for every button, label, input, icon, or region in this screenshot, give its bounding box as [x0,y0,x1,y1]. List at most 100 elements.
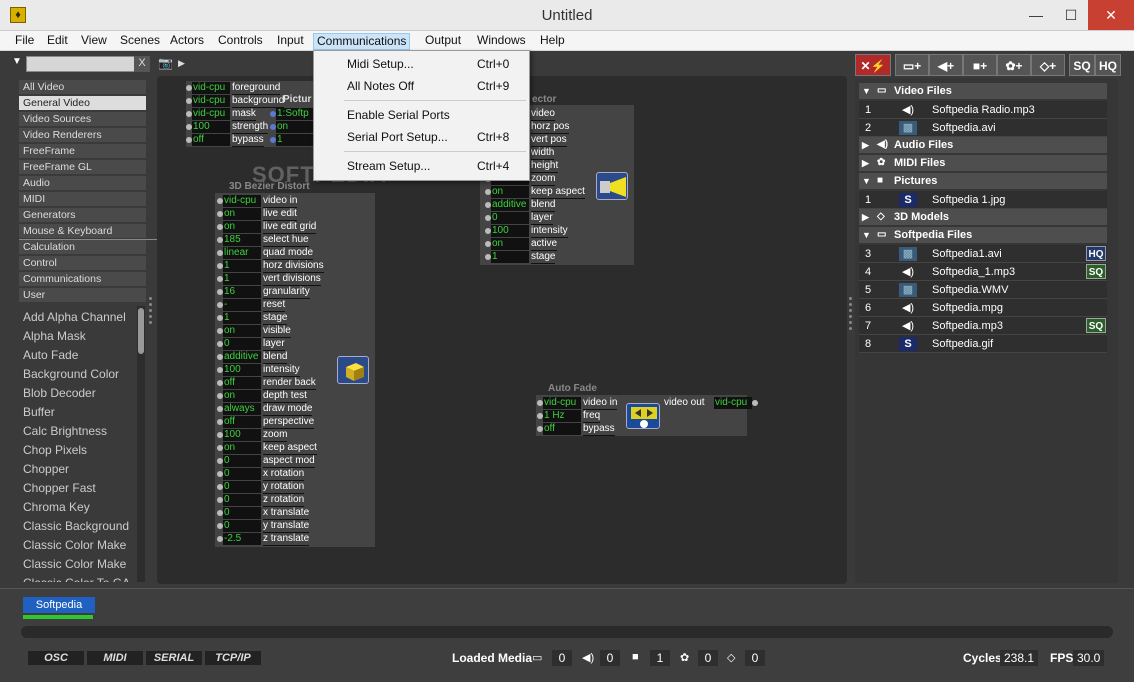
property-value[interactable]: 100 [491,225,529,237]
scene-tab[interactable]: Softpedia [23,597,95,613]
media-file-row[interactable]: 5 ▩ Softpedia.WMV [859,281,1107,299]
property-value[interactable]: 100 [223,364,261,376]
media-file-row[interactable]: 4 ◀) Softpedia_1.mp3 SQ [859,263,1107,281]
property-value[interactable]: on [491,238,529,250]
media-section-midi[interactable]: ▶ ✿ MIDI Files [859,155,1107,171]
media-section-pictures[interactable]: ▼ ■ Pictures [859,173,1107,189]
actor-item[interactable]: Classic Color Make [23,536,139,555]
actor-item[interactable]: Background Color [23,365,139,384]
midi-setup-item[interactable]: Midi Setup... Ctrl+0 [314,54,529,74]
media-section-softpedia[interactable]: ▼ ▭ Softpedia Files [859,227,1107,243]
add-video-button[interactable]: ▭+ [895,54,929,76]
media-file-row[interactable]: 7 ◀) Softpedia.mp3 SQ [859,317,1107,335]
expand-down-icon[interactable]: ▼ [862,227,871,243]
property-value[interactable]: 0 [223,494,261,506]
property-value[interactable]: on [223,221,261,233]
category-communications[interactable]: Communications [19,272,146,286]
media-file-row[interactable]: 1 ◀) Softpedia Radio.mp3 [859,101,1107,119]
property-value[interactable]: 100 [223,429,261,441]
menu-view[interactable]: View [78,33,110,50]
property-value[interactable]: vid-cpu [543,397,581,409]
category-mouse-keyboard[interactable]: Mouse & Keyboard [19,224,146,238]
media-file-row[interactable]: 6 ◀) Softpedia.mpg [859,299,1107,317]
actor-item[interactable]: Classic Color Make [23,555,139,574]
property-value[interactable]: 1 [223,273,261,285]
property-value[interactable]: always [223,403,261,415]
category-video-sources[interactable]: Video Sources [19,112,146,126]
property-value[interactable]: additive [491,199,529,211]
actor-item[interactable]: Add Alpha Channel [23,308,139,327]
serial-port-setup-item[interactable]: Serial Port Setup... Ctrl+8 [314,127,529,147]
menu-input[interactable]: Input [274,33,307,50]
property-value[interactable]: -2.5 [223,533,261,545]
collapse-right-icon[interactable]: ▶ [862,137,869,153]
property-value[interactable]: 0 [223,481,261,493]
expand-down-icon[interactable]: ▼ [862,83,871,99]
serial-button[interactable]: SERIAL [146,651,202,665]
property-value[interactable]: off [223,377,261,389]
menu-edit[interactable]: Edit [44,33,71,50]
actor-list-scrollbar[interactable] [137,306,145,582]
actor-item[interactable]: Calc Brightness [23,422,139,441]
enable-serial-ports-item[interactable]: Enable Serial Ports [314,105,529,125]
tcpip-button[interactable]: TCP/IP [205,651,261,665]
property-value[interactable]: 100 [192,121,230,133]
media-file-row[interactable]: 1 S Softpedia 1.jpg [859,191,1107,209]
osc-button[interactable]: OSC [28,651,84,665]
property-value[interactable]: off [192,134,230,146]
property-value[interactable]: on [491,186,529,198]
category-audio[interactable]: Audio [19,176,146,190]
actor-item[interactable]: Chopper [23,460,139,479]
maximize-button[interactable]: ☐ [1054,0,1088,30]
hq-button[interactable]: HQ [1095,54,1121,76]
category-user[interactable]: User [19,288,146,302]
media-file-row[interactable]: 8 S Softpedia.gif [859,335,1107,353]
property-value[interactable]: off [223,416,261,428]
actor-item[interactable]: Buffer [23,403,139,422]
scene-scrollbar[interactable] [21,626,1113,638]
media-section-video[interactable]: ▼ ▭ Video Files [859,83,1107,99]
category-calculation[interactable]: Calculation [19,240,146,254]
scrollbar-thumb[interactable] [138,308,144,354]
category-general-video[interactable]: General Video [19,96,146,110]
media-file-row[interactable]: 2 ▩ Softpedia.avi [859,119,1107,137]
property-value[interactable]: 0 [223,520,261,532]
property-value[interactable]: off [543,423,581,435]
menu-actors[interactable]: Actors [167,33,207,50]
property-value[interactable]: on [223,208,261,220]
category-midi[interactable]: MIDI [19,192,146,206]
property-value[interactable]: 0 [223,507,261,519]
menu-communications[interactable]: Communications [313,33,411,50]
property-value[interactable]: additive [223,351,261,363]
actor-item[interactable]: Chroma Key [23,498,139,517]
sq-button[interactable]: SQ [1069,54,1095,76]
media-section-audio[interactable]: ▶ ◀) Audio Files [859,137,1107,153]
actor-item[interactable]: Alpha Mask [23,327,139,346]
filter-triangle-icon[interactable]: ▼ [12,56,22,67]
property-value[interactable]: 16 [223,286,261,298]
property-value[interactable]: - [223,299,261,311]
disconnect-button[interactable]: ✕⚡ [855,54,891,76]
property-value[interactable]: 1 [223,312,261,324]
category-all-video[interactable]: All Video [19,80,146,94]
add-audio-button[interactable]: ◀+ [929,54,963,76]
actor-item[interactable]: Classic Color To GA [23,574,139,582]
property-value[interactable]: 1 [223,260,261,272]
property-value[interactable]: 1 [491,251,529,263]
menu-controls[interactable]: Controls [215,33,266,50]
menu-scenes[interactable]: Scenes [117,33,163,50]
play-triangle-icon[interactable]: ▶ [178,58,185,69]
property-value[interactable]: 0 [491,212,529,224]
property-value[interactable]: on [223,325,261,337]
actor-item[interactable]: Chopper Fast [23,479,139,498]
stream-setup-item[interactable]: Stream Setup... Ctrl+4 [314,156,529,176]
add-picture-button[interactable]: ■+ [963,54,997,76]
property-value[interactable]: 1 [276,134,314,146]
media-panel-resize-handle[interactable] [849,297,853,337]
media-file-row[interactable]: 3 ▩ Softpedia1.avi HQ [859,245,1107,263]
add-midi-button[interactable]: ✿+ [997,54,1031,76]
menu-output[interactable]: Output [422,33,464,50]
collapse-right-icon[interactable]: ▶ [862,209,869,225]
property-value[interactable]: on [276,121,314,133]
property-value[interactable]: 0 [223,338,261,350]
